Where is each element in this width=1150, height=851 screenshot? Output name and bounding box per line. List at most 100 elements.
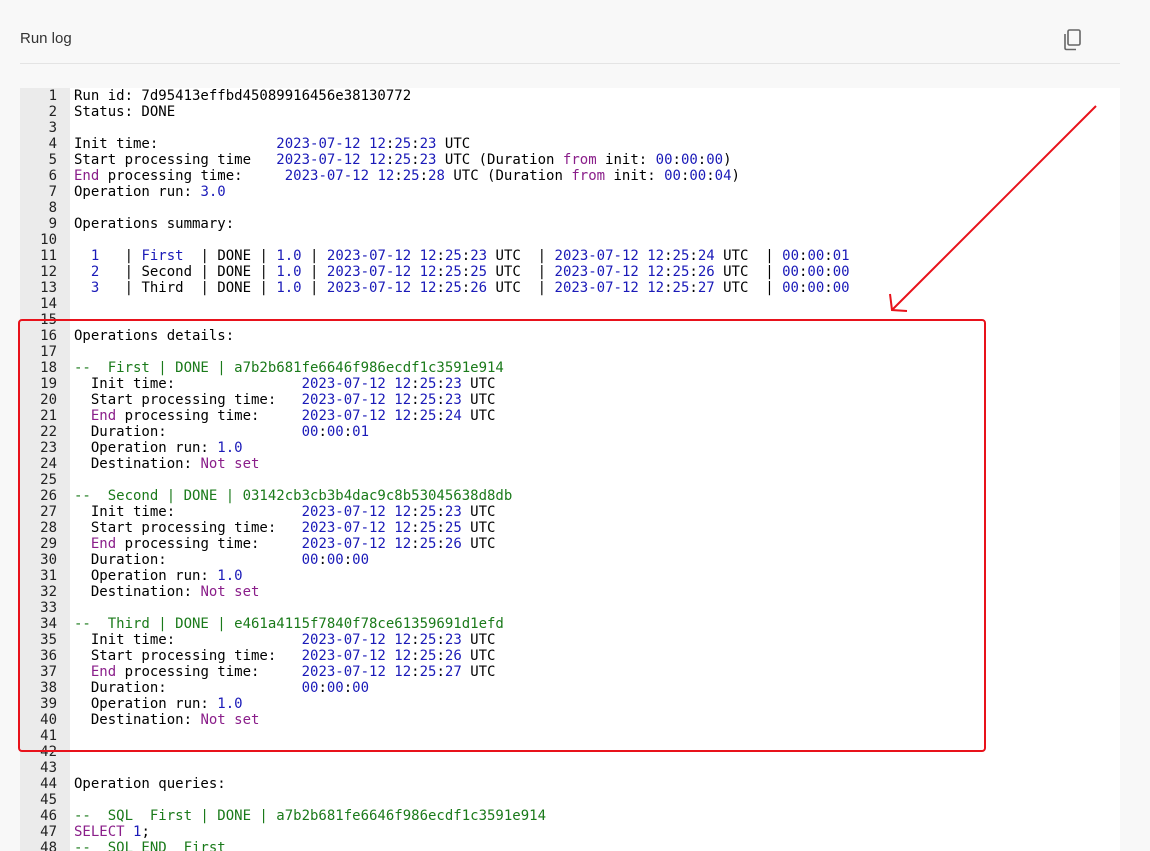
line-number: 21 <box>40 408 57 424</box>
log-lines: 1 Run id: 7d95413effbd45089916456e3813077… <box>20 88 1120 851</box>
line-number: 29 <box>40 536 57 552</box>
code-token: : <box>824 248 833 264</box>
line-content <box>57 312 74 328</box>
line-content: Start processing time: 2023-07-12 12:25:… <box>57 392 496 408</box>
log-line: 27 Init time: 2023-07-12 12:25:23 UTC <box>20 504 1120 520</box>
code-token: 00 <box>689 168 707 184</box>
line-content: Duration: 00:00:01 <box>57 424 369 440</box>
code-token: UTC | <box>714 280 783 296</box>
code-token: 01 <box>352 424 370 440</box>
line-number: 5 <box>48 152 57 168</box>
code-token: 2023-07-12 12 <box>276 152 386 168</box>
code-token: : <box>436 248 445 264</box>
line-content: Init time: 2023-07-12 12:25:23 UTC <box>57 504 496 520</box>
code-token: Operation queries: <box>74 776 226 792</box>
code-token: 00 <box>706 152 724 168</box>
line-content: -- Third | DONE | e461a4115f7840f78ce613… <box>57 616 504 632</box>
log-line: 19 Init time: 2023-07-12 12:25:23 UTC <box>20 376 1120 392</box>
log-code-viewer[interactable]: 1 Run id: 7d95413effbd45089916456e3813077… <box>20 88 1120 851</box>
code-token: processing time: <box>116 408 302 424</box>
line-content: -- First | DONE | a7b2b681fe6646f986ecdf… <box>57 360 504 376</box>
line-number: 12 <box>40 264 57 280</box>
code-token: UTC <box>461 648 496 664</box>
code-token: processing time: <box>116 536 302 552</box>
code-token: : <box>411 376 420 392</box>
code-token: 25 <box>419 504 437 520</box>
code-token: 25 <box>444 248 462 264</box>
line-number: 37 <box>40 664 57 680</box>
line-content <box>57 600 74 616</box>
line-content: End processing time: 2023-07-12 12:25:27… <box>57 664 496 680</box>
log-line: 8 <box>20 200 1120 216</box>
code-token: Duration: <box>74 552 302 568</box>
line-content: Init time: 2023-07-12 12:25:23 UTC <box>57 632 496 648</box>
line-number: 18 <box>40 360 57 376</box>
code-token: 00 <box>832 280 850 296</box>
copy-icon[interactable] <box>1061 27 1085 53</box>
code-token: End <box>90 408 117 424</box>
code-token: 00 <box>782 280 799 296</box>
code-token: 26 <box>470 280 488 296</box>
code-token: from <box>562 152 597 168</box>
code-token: processing time: <box>99 168 285 184</box>
code-token: 25 <box>444 280 462 296</box>
code-token: : <box>689 280 698 296</box>
line-number: 9 <box>48 216 57 232</box>
log-line: 15 <box>20 312 1120 328</box>
line-content: End processing time: 2023-07-12 12:25:24… <box>57 408 496 424</box>
code-token: 2023-07-12 12 <box>554 280 665 296</box>
line-content: End processing time: 2023-07-12 12:25:26… <box>57 536 496 552</box>
line-number: 46 <box>40 808 57 824</box>
line-number: 15 <box>40 312 57 328</box>
code-token: 2023-07-12 12 <box>301 392 412 408</box>
code-token: UTC <box>461 536 496 552</box>
code-token: UTC | <box>714 264 783 280</box>
line-content: Destination: Not set <box>57 712 260 728</box>
code-token: | Second | DONE | <box>99 264 277 280</box>
line-number: 11 <box>40 248 57 264</box>
line-content <box>57 760 74 776</box>
log-line: 38 Duration: 00:00:00 <box>20 680 1120 696</box>
line-number: 13 <box>40 280 57 296</box>
log-line: 22 Duration: 00:00:01 <box>20 424 1120 440</box>
code-token: 25 <box>672 264 690 280</box>
log-line: 16 Operations details: <box>20 328 1120 344</box>
code-token: Duration: <box>74 680 302 696</box>
code-token: 26 <box>444 536 462 552</box>
code-token: 00 <box>807 280 825 296</box>
line-number: 6 <box>48 168 57 184</box>
log-line: 48 -- SQL END First <box>20 840 1120 851</box>
code-token: 2023-07-12 12 <box>301 520 412 536</box>
code-token: : <box>689 264 698 280</box>
line-number: 47 <box>40 824 57 840</box>
code-token: 00 <box>352 680 370 696</box>
code-token: End <box>74 168 100 184</box>
line-content: Duration: 00:00:00 <box>57 552 369 568</box>
run-log-page: Run log 1 Run id: 7d95413effbd45089916456… <box>0 0 1150 851</box>
code-token: 00 <box>807 248 825 264</box>
code-token: processing time: <box>116 664 302 680</box>
code-token: Init time: <box>74 376 302 392</box>
code-token: 25 <box>672 280 690 296</box>
code-token: : <box>697 152 707 168</box>
code-token: : <box>436 520 445 536</box>
line-number: 39 <box>40 696 57 712</box>
run-log-header: Run log <box>20 0 1120 64</box>
log-line: 29 End processing time: 2023-07-12 12:25… <box>20 536 1120 552</box>
log-line: 45 <box>20 792 1120 808</box>
line-content: 2 | Second | DONE | 1.0 | 2023-07-12 12:… <box>57 264 850 280</box>
line-number: 40 <box>40 712 57 728</box>
code-token: Init time: <box>74 632 302 648</box>
line-content: Operation run: 1.0 <box>57 696 243 712</box>
line-number: 17 <box>40 344 57 360</box>
log-line: 31 Operation run: 1.0 <box>20 568 1120 584</box>
code-token: 01 <box>832 248 850 264</box>
code-token: : <box>672 152 681 168</box>
log-line: 9 Operations summary: <box>20 216 1120 232</box>
line-number: 1 <box>48 88 57 104</box>
code-token: 23 <box>444 392 462 408</box>
log-line: 21 End processing time: 2023-07-12 12:25… <box>20 408 1120 424</box>
code-token: 2023-07-12 12 <box>301 504 412 520</box>
